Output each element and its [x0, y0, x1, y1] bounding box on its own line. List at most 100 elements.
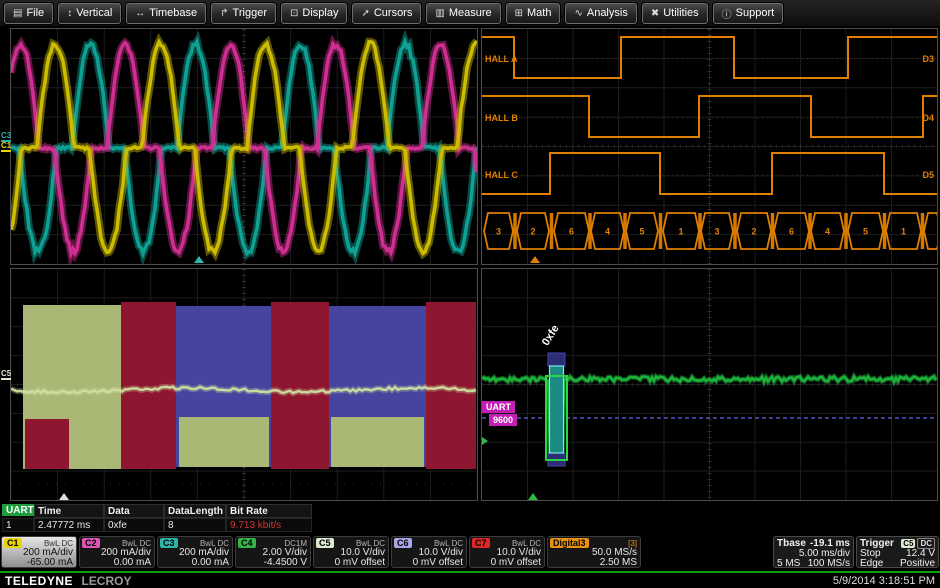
bus-decode-cell: [924, 213, 937, 249]
math-icon: ⊞: [515, 8, 523, 19]
hall-label: HALL A: [485, 54, 518, 64]
digital-line-label: D3: [922, 54, 934, 64]
grid-panel-uart-signal[interactable]: 0xfe UART 9600: [481, 268, 938, 501]
channel-badge: Digital3: [550, 538, 589, 548]
channel-offset: 0.00 mA: [192, 557, 229, 568]
trigger-position-marker-currents[interactable]: [194, 256, 204, 263]
cursors-icon: ➚: [361, 8, 369, 19]
timebase-samples: 5 MS: [777, 558, 800, 569]
menu-label: Analysis: [587, 7, 628, 19]
pwm-trace-block: [331, 417, 424, 467]
brand-logo: TELEDYNE LECROY: [5, 572, 131, 588]
bus-decode-value: 2: [530, 227, 535, 237]
trigger-icon: ↱: [220, 8, 228, 19]
cell-data: 0xfe: [104, 518, 164, 532]
uart-signal-waveform: [482, 269, 937, 500]
bus-decode-value: 6: [569, 227, 574, 237]
channel-descriptor-c6[interactable]: C6BwL DC10.0 V/div0 mV offset: [391, 536, 467, 568]
c1-channel-marker[interactable]: C1: [1, 142, 11, 152]
grid-panel-pwm-voltages[interactable]: [10, 268, 478, 501]
menu-button-math[interactable]: ⊞ Math: [506, 3, 561, 24]
menu-button-cursors[interactable]: ➚ Cursors: [352, 3, 421, 24]
channel-descriptor-c7[interactable]: C7BwL DC10.0 V/div0 mV offset: [469, 536, 545, 568]
channel-descriptor-c4[interactable]: C4DC1M2.00 V/div-4.4500 V: [235, 536, 311, 568]
support-icon: ⓘ: [722, 6, 732, 21]
channel-offset: 0 mV offset: [491, 557, 541, 568]
channel-descriptor-strip: Tbase -19.1 ms 5.00 ms/div 5 MS 100 MS/s…: [1, 536, 939, 569]
channel-badge: C4: [238, 538, 256, 548]
brand-lecroy: LECROY: [81, 574, 131, 588]
channel-descriptor-digital3[interactable]: Digital3[3]50.0 MS/s2.50 MS: [547, 536, 641, 568]
digital-line-label: D5: [922, 170, 934, 180]
digital-line-label: D4: [922, 113, 934, 123]
channel-descriptor-c2[interactable]: C2BwL DC200 mA/div0.00 mA: [79, 536, 155, 568]
uart-table-badge: UART: [2, 504, 38, 516]
vertical-icon: ↕: [67, 8, 72, 19]
trigger-position-marker-digital[interactable]: [530, 256, 540, 263]
uart-decoder-badge[interactable]: UART 9600: [482, 401, 517, 426]
bus-decode-value: 5: [863, 227, 868, 237]
uart-decode-table: UART Time Data DataLength Bit Rate 1 2.4…: [0, 504, 330, 534]
timebase-descriptor[interactable]: Tbase -19.1 ms 5.00 ms/div 5 MS 100 MS/s: [773, 536, 854, 568]
pwm-voltage-waveforms: [11, 269, 477, 500]
menu-button-file[interactable]: ▤File: [4, 3, 53, 24]
analysis-icon: ∿: [574, 8, 582, 19]
c4-level-marker[interactable]: [482, 437, 488, 445]
menu-button-analysis[interactable]: ∿ Analysis: [565, 3, 636, 24]
menu-button-display[interactable]: ⊡ Display: [281, 3, 347, 24]
timebase-rate: 100 MS/s: [808, 558, 850, 569]
menu-button-measure[interactable]: ▥Measure: [426, 3, 500, 24]
hall-digital-waveforms: HALL AD3HALL BD4HALL CD5326451326451: [482, 29, 937, 264]
menu-label: Cursors: [374, 7, 413, 19]
bus-decode-value: 2: [751, 227, 756, 237]
hall-label: HALL B: [485, 113, 518, 123]
menu-label: Display: [302, 7, 338, 19]
decode-bar-body: [550, 366, 564, 453]
menu-label: Math: [527, 7, 551, 19]
trigger-source-badge: C5: [901, 539, 915, 548]
oscilloscope-app: ▤File↕Vertical↔Timebase↱Trigger ⊡ Display ➚…: [0, 0, 940, 588]
bus-decode-value: 6: [789, 227, 794, 237]
bus-decode-value: 1: [678, 227, 683, 237]
uart-baud-rate: 9600: [489, 414, 517, 426]
trigger-position-marker-uart[interactable]: [528, 493, 538, 500]
trigger-position-marker-pwm[interactable]: [59, 493, 69, 500]
channel-badge: C5: [316, 538, 334, 548]
c5-channel-marker[interactable]: C5: [1, 370, 11, 380]
trigger-slope: Positive: [900, 558, 935, 569]
pwm-trace-block: [179, 417, 269, 467]
utilities-icon: ✖: [651, 8, 659, 19]
bus-decode-value: 3: [714, 227, 719, 237]
grid-panel-hall-digital[interactable]: HALL AD3HALL BD4HALL CD5326451326451: [481, 28, 938, 265]
channel-offset: 0 mV offset: [335, 557, 385, 568]
grid-panel-phase-currents[interactable]: [10, 28, 478, 265]
channel-offset: -4.4500 V: [264, 557, 307, 568]
menu-button-vertical[interactable]: ↕Vertical: [58, 3, 121, 24]
status-bar: TELEDYNE LECROY 5/9/2014 3:18:51 PM: [0, 571, 940, 588]
bus-decode-value: 1: [901, 227, 906, 237]
menu-button-support[interactable]: ⓘ Support: [713, 3, 784, 24]
menu-button-timebase[interactable]: ↔Timebase: [126, 3, 206, 24]
channel-descriptor-c5[interactable]: C5BwL DC10.0 V/div0 mV offset: [313, 536, 389, 568]
menu-label: Support: [736, 7, 775, 19]
decode-bar-cap-top: [548, 353, 565, 366]
channel-badge: C1: [4, 538, 22, 548]
channel-badge: C3: [160, 538, 178, 548]
channel-badge: C6: [394, 538, 412, 548]
menu-button-trigger[interactable]: ↱Trigger: [211, 3, 276, 24]
pwm-trace-block: [426, 302, 476, 469]
brand-teledyne: TELEDYNE: [5, 574, 73, 588]
measure-icon: ▥: [435, 8, 444, 19]
trigger-descriptor[interactable]: Trigger C5DC Stop 12.4 V Edge Positive: [856, 536, 939, 568]
menu-label: Utilities: [663, 7, 698, 19]
channel-descriptor-c3[interactable]: C3BwL DC200 mA/div0.00 mA: [157, 536, 233, 568]
channel-badge: C7: [472, 538, 490, 548]
timebase-icon: ↔: [135, 8, 145, 19]
cell-bitrate: 9.713 kbit/s: [226, 518, 312, 532]
col-header-datalength: DataLength: [164, 504, 226, 518]
channel-descriptor-c1[interactable]: C1BwL DC200 mA/div-65.00 mA: [1, 536, 77, 568]
display-icon: ⊡: [290, 8, 298, 19]
channel-offset: 2.50 MS: [600, 557, 637, 568]
bus-decode-value: 3: [496, 227, 501, 237]
menu-button-utilities[interactable]: ✖ Utilities: [642, 3, 708, 24]
